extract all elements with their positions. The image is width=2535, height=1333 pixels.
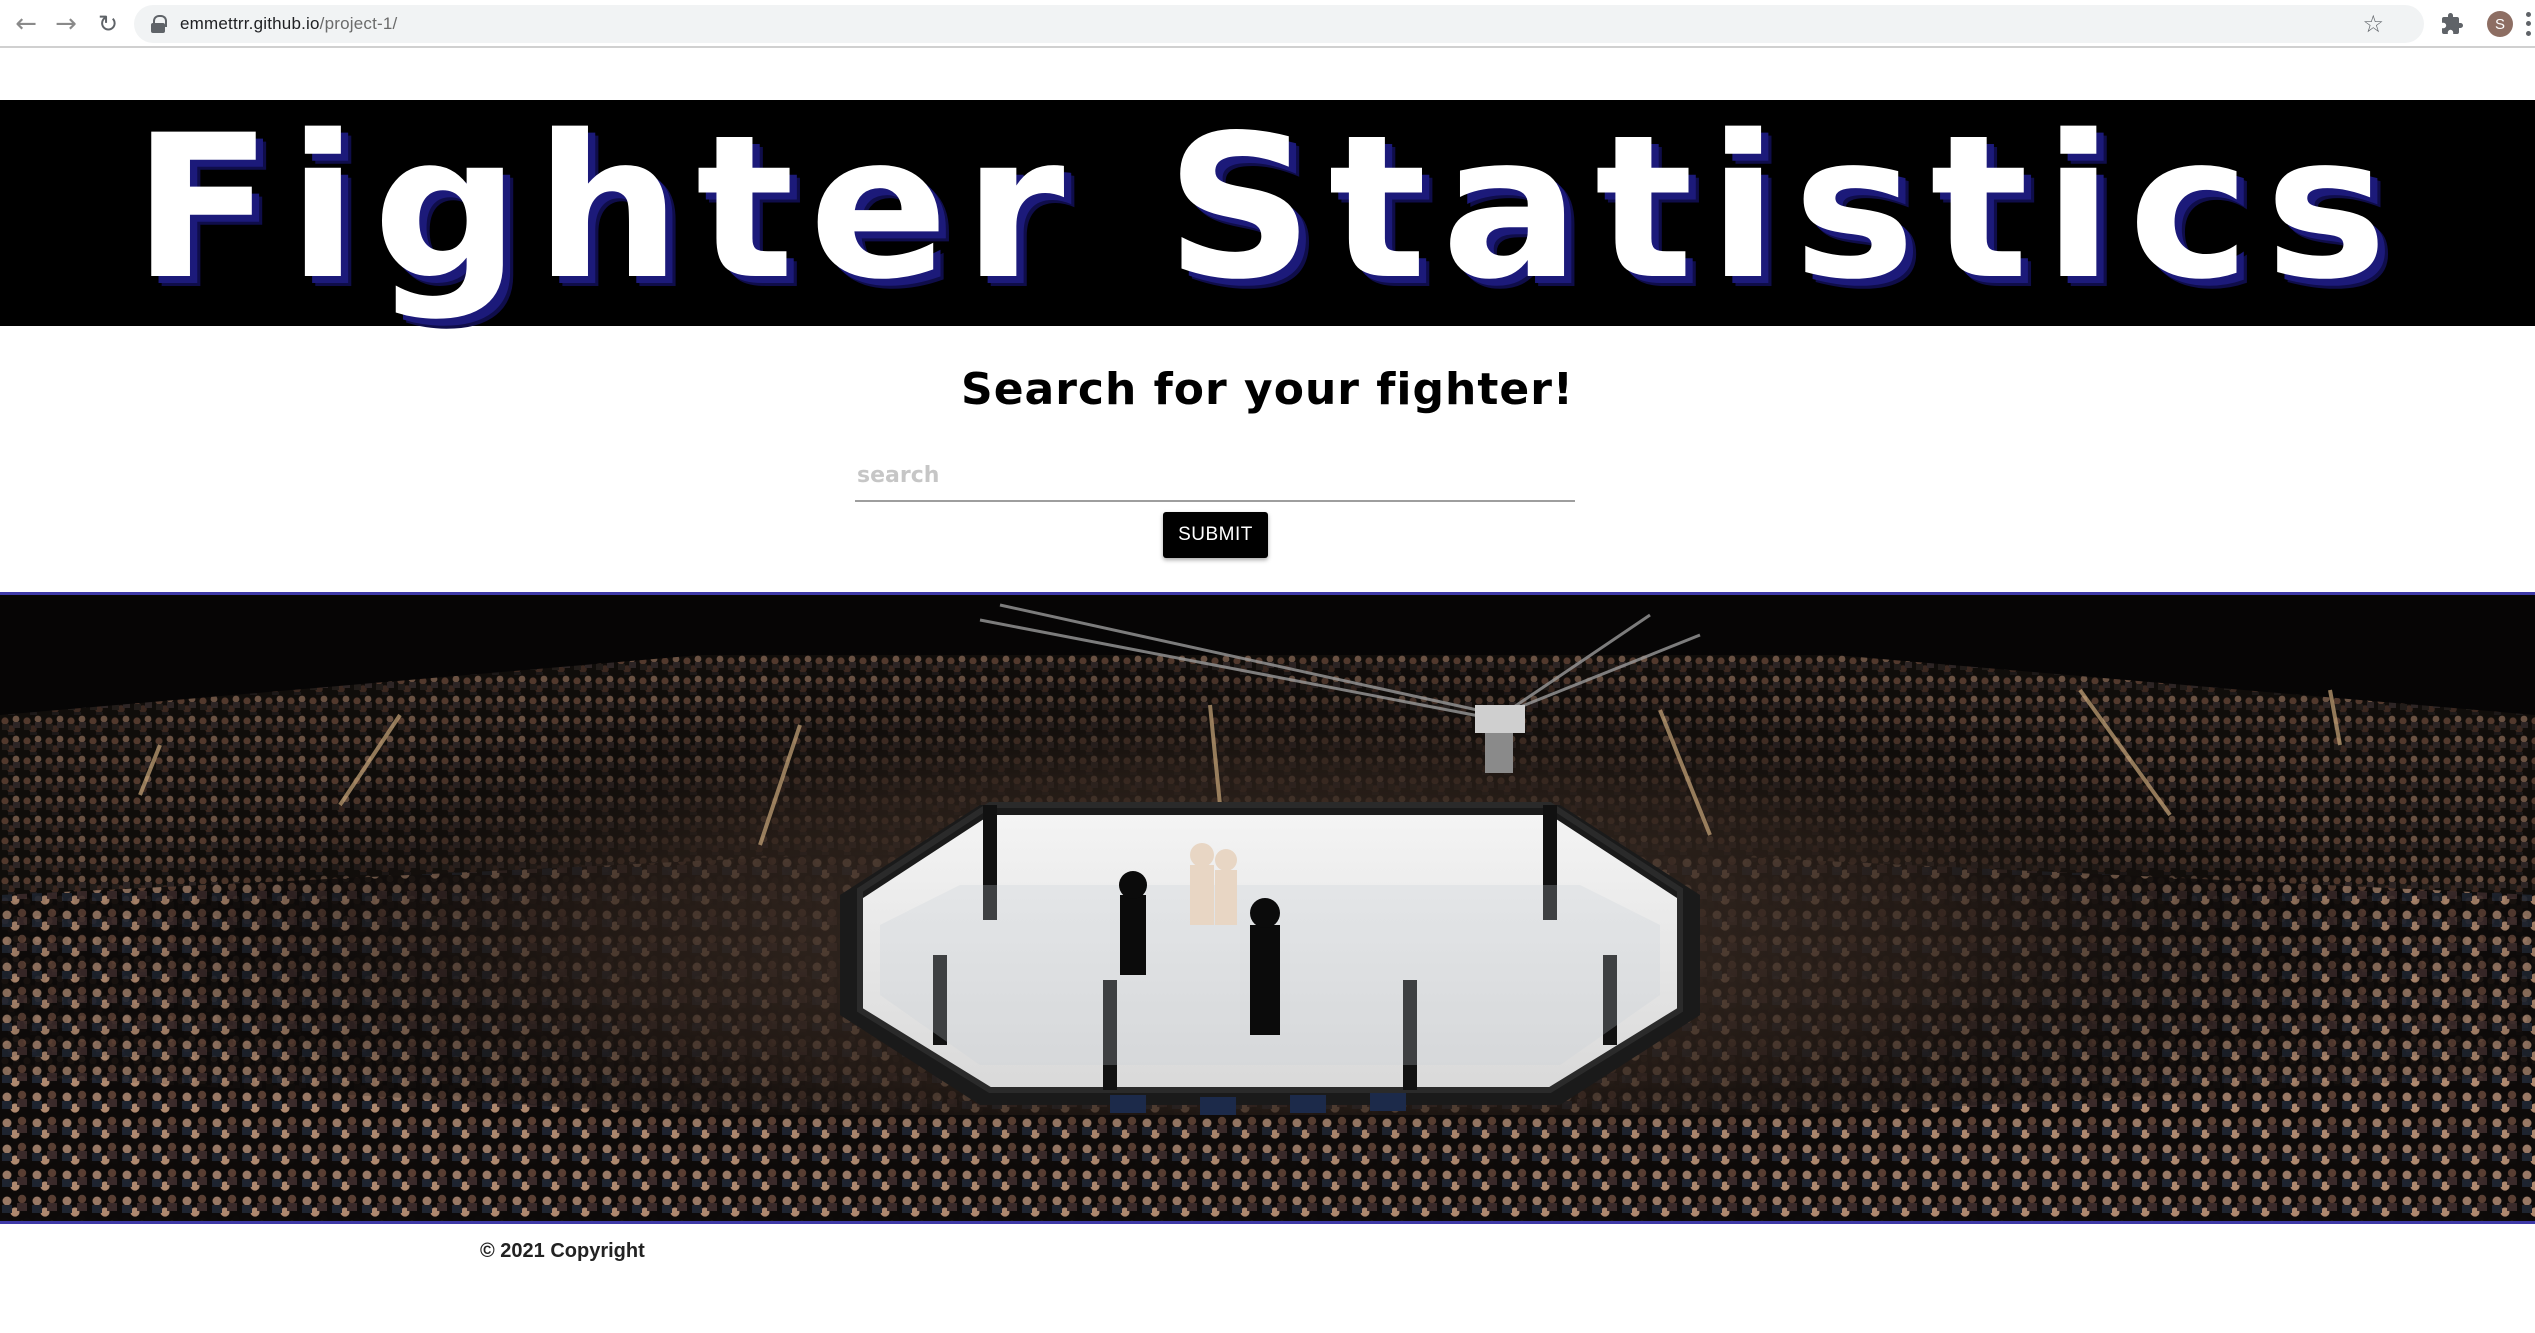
site-title: Fighter Statistics [132,92,2403,323]
star-icon[interactable]: ☆ [2362,10,2384,38]
footer-copyright: © 2021 Copyright [480,1240,645,1262]
reload-icon[interactable]: ↻ [92,8,124,40]
address-bar[interactable]: emmettrr.github.io/project-1/ ☆ [134,5,2424,43]
lock-icon[interactable] [150,14,167,34]
browser-toolbar: ← → ↻ emmettrr.github.io/project-1/ ☆ S [0,0,2535,48]
header-banner: Fighter Statistics [0,100,2535,326]
forward-arrow-icon[interactable]: → [50,8,82,40]
menu-icon[interactable] [2524,10,2532,38]
arena-illustration [0,595,2535,1221]
url-text[interactable]: emmettrr.github.io/project-1/ [180,14,397,34]
submit-button[interactable]: SUBMIT [1163,512,1268,558]
extensions-icon[interactable] [2440,12,2464,36]
hero-arena-image [0,592,2535,1224]
search-heading: Search for your fighter! [961,364,1574,415]
profile-avatar[interactable]: S [2487,11,2513,37]
back-arrow-icon[interactable]: ← [10,8,42,40]
search-input[interactable] [855,450,1575,502]
